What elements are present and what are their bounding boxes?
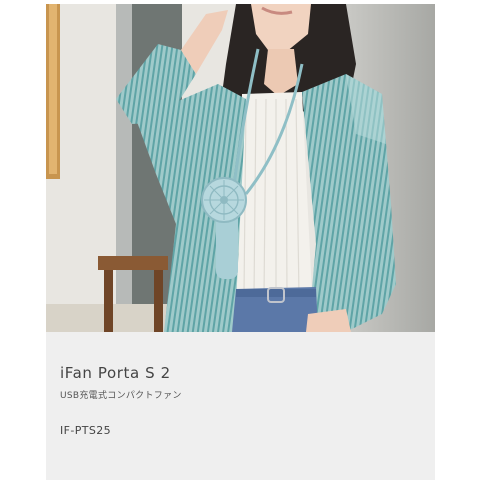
lifestyle-photo: [46, 4, 435, 332]
product-photo[interactable]: [46, 4, 435, 332]
product-card[interactable]: iFan Porta S 2 USB充電式コンパクトファン IF-PTS25: [46, 4, 435, 480]
product-info: iFan Porta S 2 USB充電式コンパクトファン IF-PTS25: [46, 332, 435, 480]
product-description: USB充電式コンパクトファン: [60, 391, 182, 401]
model-number: IF-PTS25: [60, 424, 112, 437]
product-name[interactable]: iFan Porta S 2: [60, 364, 171, 382]
